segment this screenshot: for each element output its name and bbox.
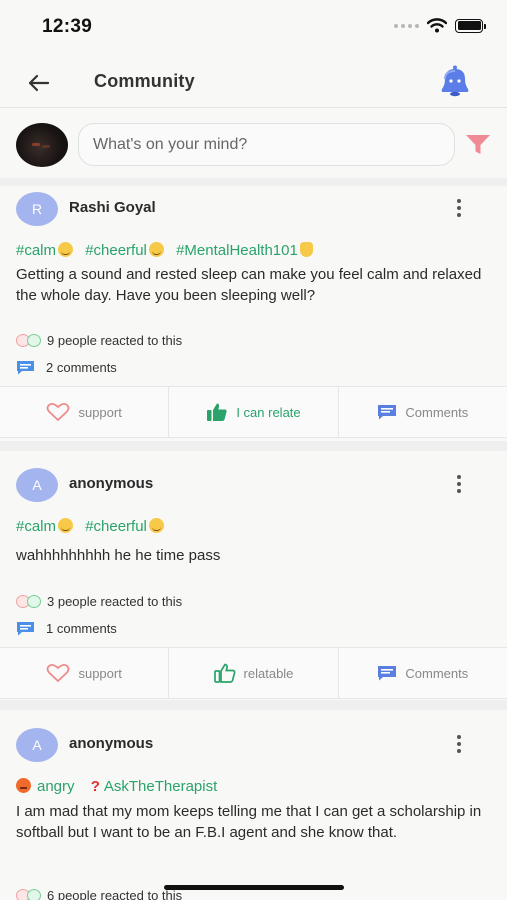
reaction-heart-icon bbox=[16, 595, 41, 608]
tag-calm[interactable]: #calm bbox=[16, 518, 74, 535]
reaction-summary[interactable]: 6 people reacted to this bbox=[16, 888, 182, 900]
question-mark-icon: ? bbox=[90, 778, 100, 795]
user-avatar[interactable] bbox=[16, 123, 68, 167]
post-tags: #calm #cheerful #MentalHealth101 bbox=[16, 242, 321, 259]
comment-count: 1 comments bbox=[46, 621, 117, 636]
section-divider bbox=[0, 178, 507, 186]
comment-icon bbox=[378, 405, 397, 420]
support-button[interactable]: support bbox=[0, 387, 170, 437]
wifi-icon bbox=[427, 18, 447, 33]
more-options-icon[interactable] bbox=[449, 731, 469, 757]
calm-emoji-icon bbox=[58, 242, 74, 257]
calm-emoji-icon bbox=[58, 518, 74, 533]
comment-count: 2 comments bbox=[46, 360, 117, 375]
relatable-button[interactable]: relatable bbox=[169, 648, 339, 698]
i-can-relate-button[interactable]: I can relate bbox=[169, 387, 339, 437]
post-text: Getting a sound and rested sleep can mak… bbox=[16, 266, 482, 304]
section-divider bbox=[0, 700, 507, 710]
section-divider bbox=[0, 441, 507, 451]
home-indicator[interactable] bbox=[164, 885, 344, 890]
angry-emoji-icon bbox=[16, 778, 31, 793]
post-tags: #calm #cheerful bbox=[16, 518, 172, 535]
comment-icon bbox=[378, 666, 397, 681]
author-name[interactable]: anonymous bbox=[69, 735, 153, 752]
heart-outline-icon bbox=[47, 402, 70, 422]
heart-outline-icon bbox=[47, 663, 70, 683]
reaction-heart-icon bbox=[16, 334, 41, 347]
page-title: Community bbox=[94, 71, 195, 91]
comments-button[interactable]: Comments bbox=[339, 648, 507, 698]
reaction-summary[interactable]: 3 people reacted to this bbox=[16, 594, 182, 609]
comment-icon bbox=[17, 361, 34, 375]
support-button[interactable]: support bbox=[0, 648, 170, 698]
post-header: A anonymous bbox=[0, 726, 507, 770]
post-card: A anonymous angry ? AskTheTherapist I am … bbox=[0, 726, 507, 900]
tag-cheerful[interactable]: #cheerful bbox=[85, 518, 164, 535]
signal-dots-icon bbox=[394, 23, 419, 28]
tag-askthetherapist[interactable]: ? AskTheTherapist bbox=[91, 778, 218, 795]
whats-on-your-mind-input[interactable] bbox=[78, 123, 455, 166]
filter-funnel-icon[interactable] bbox=[464, 132, 492, 158]
reaction-count: 3 people reacted to this bbox=[47, 594, 183, 609]
more-options-icon[interactable] bbox=[449, 471, 469, 497]
thumbs-up-filled-icon bbox=[207, 403, 227, 421]
author-avatar[interactable]: A bbox=[16, 728, 58, 762]
author-avatar[interactable]: R bbox=[16, 192, 58, 226]
post-header: A anonymous bbox=[0, 466, 507, 510]
cheerful-emoji-icon bbox=[148, 518, 164, 533]
bell-icon[interactable] bbox=[435, 64, 475, 98]
post-header: R Rashi Goyal bbox=[0, 190, 507, 234]
tag-cheerful[interactable]: #cheerful bbox=[85, 242, 164, 259]
author-avatar[interactable]: A bbox=[16, 468, 58, 502]
thumbs-up-outline-icon bbox=[213, 663, 235, 683]
author-name[interactable]: Rashi Goyal bbox=[69, 199, 156, 216]
comment-summary[interactable]: 2 comments bbox=[16, 360, 117, 375]
tag-calm[interactable]: #calm bbox=[16, 242, 74, 259]
post-card: R Rashi Goyal #calm #cheerful #MentalHea… bbox=[0, 190, 507, 440]
back-arrow-icon[interactable] bbox=[24, 68, 54, 98]
author-name[interactable]: anonymous bbox=[69, 475, 153, 492]
more-options-icon[interactable] bbox=[449, 195, 469, 221]
comment-icon bbox=[17, 622, 34, 636]
post-actions: support relatable Comments bbox=[0, 647, 507, 699]
reaction-heart-icon bbox=[16, 889, 41, 900]
post-card: A anonymous #calm #cheerful wahhhhhhhhh … bbox=[0, 466, 507, 706]
comment-summary[interactable]: 1 comments bbox=[16, 621, 117, 636]
cheerful-emoji-icon bbox=[148, 242, 164, 257]
reaction-count: 9 people reacted to this bbox=[47, 333, 183, 348]
battery-icon bbox=[455, 18, 486, 33]
tag-mentalhealth101[interactable]: #MentalHealth101 bbox=[176, 242, 313, 259]
post-text: wahhhhhhhhh he he time pass bbox=[16, 547, 221, 564]
status-icons bbox=[394, 18, 486, 33]
post-tags: angry ? AskTheTherapist bbox=[16, 778, 225, 795]
reaction-summary[interactable]: 9 people reacted to this bbox=[16, 333, 182, 348]
compose-row bbox=[0, 120, 507, 170]
comments-button[interactable]: Comments bbox=[339, 387, 507, 437]
tag-angry[interactable]: angry bbox=[16, 778, 75, 795]
status-time: 12:39 bbox=[42, 16, 93, 37]
waving-hand-emoji-icon bbox=[299, 242, 313, 257]
reaction-count: 6 people reacted to this bbox=[47, 888, 183, 900]
post-actions: support I can relate Comments bbox=[0, 386, 507, 438]
post-text: I am mad that my mom keeps telling me th… bbox=[16, 803, 482, 841]
app-header: Community bbox=[0, 58, 507, 108]
status-bar: 12:39 bbox=[0, 0, 507, 54]
